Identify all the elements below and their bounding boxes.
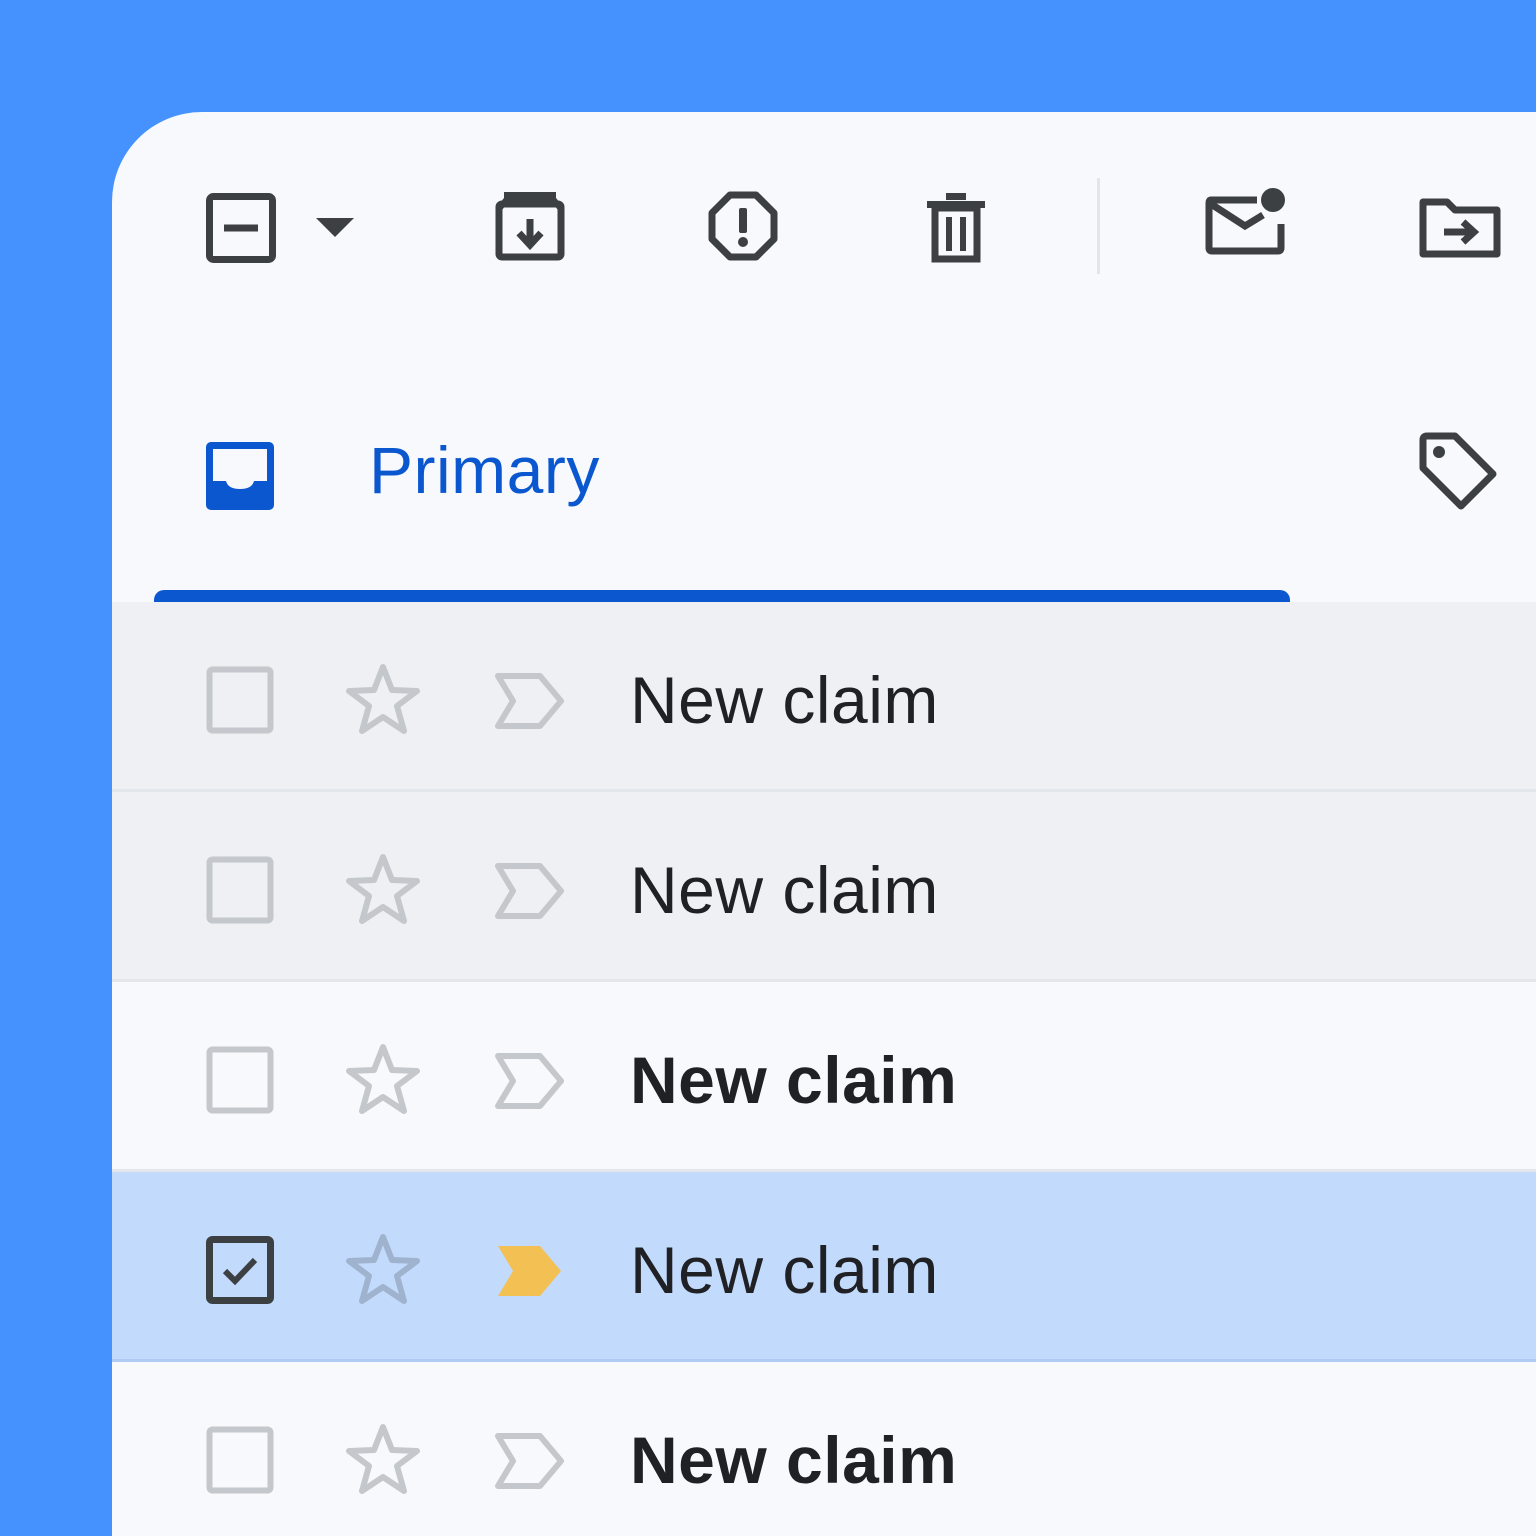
star-icon[interactable] (344, 1231, 422, 1314)
row-checkbox-checked[interactable] (206, 1236, 274, 1309)
email-row[interactable]: New claim (112, 602, 1536, 792)
email-subject: New claim (630, 1043, 958, 1117)
report-spam-icon[interactable] (708, 191, 778, 261)
email-row[interactable]: New claim (112, 792, 1536, 982)
inbox-icon (206, 442, 274, 515)
email-row[interactable]: New claim (112, 982, 1536, 1172)
archive-icon[interactable] (495, 191, 565, 261)
star-icon[interactable] (344, 1421, 422, 1504)
dropdown-caret-icon[interactable] (314, 216, 356, 240)
tab-label: Primary (369, 433, 600, 507)
mail-window: Primary New claim New claim New claim Ne… (112, 112, 1536, 1536)
importance-marker-icon[interactable] (494, 1052, 566, 1115)
importance-marker-icon[interactable] (494, 672, 566, 735)
star-icon[interactable] (344, 1041, 422, 1124)
email-row[interactable]: New claim (112, 1172, 1536, 1362)
email-subject: New claim (630, 1233, 939, 1307)
tab-primary[interactable]: Primary (112, 402, 1402, 602)
email-subject: New claim (630, 663, 939, 737)
star-icon[interactable] (344, 661, 422, 744)
tag-icon[interactable] (1417, 430, 1497, 515)
star-icon[interactable] (344, 851, 422, 934)
row-checkbox[interactable] (206, 666, 274, 739)
row-checkbox[interactable] (206, 1046, 274, 1119)
email-row[interactable]: New claim (112, 1362, 1536, 1536)
toolbar-divider (1097, 178, 1100, 274)
row-checkbox[interactable] (206, 856, 274, 929)
importance-marker-icon[interactable] (494, 1432, 566, 1495)
email-subject: New claim (630, 853, 939, 927)
deselect-checkbox-icon[interactable] (206, 193, 276, 263)
mark-unread-icon[interactable] (1205, 186, 1291, 258)
delete-icon[interactable] (924, 191, 988, 263)
email-subject: New claim (630, 1423, 958, 1497)
email-list: New claim New claim New claim New claim … (112, 602, 1536, 1536)
toolbar (112, 112, 1536, 342)
importance-marker-icon[interactable] (494, 1242, 566, 1305)
row-checkbox[interactable] (206, 1426, 274, 1499)
move-to-icon[interactable] (1419, 196, 1501, 258)
importance-marker-icon[interactable] (494, 862, 566, 925)
